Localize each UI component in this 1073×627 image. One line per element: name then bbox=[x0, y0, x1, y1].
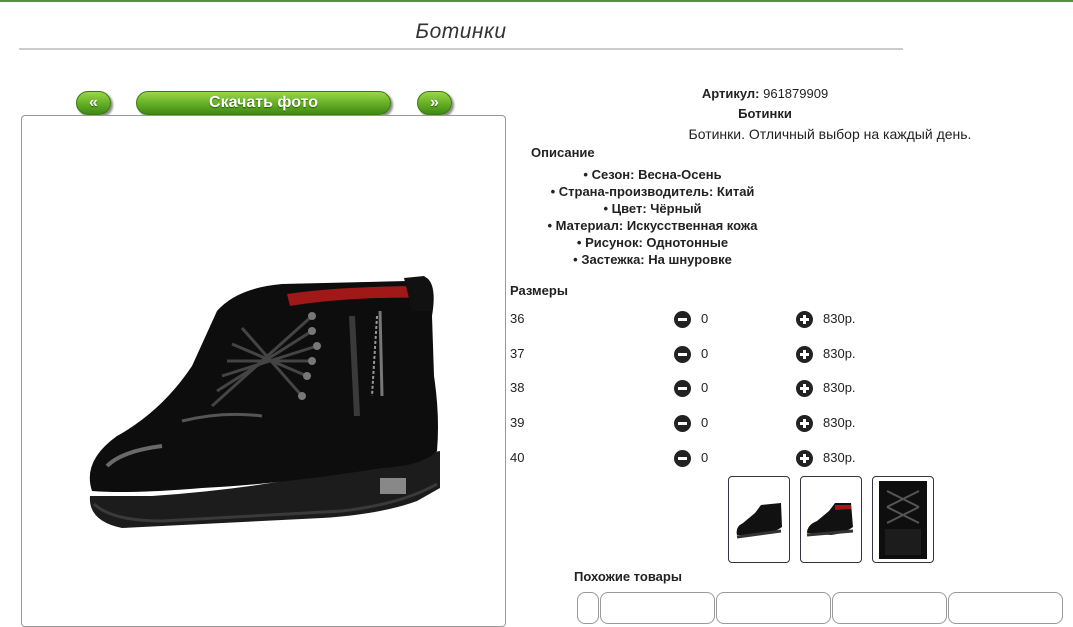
similar-products-tab[interactable] bbox=[832, 592, 947, 624]
size-row: 40 0 830р. bbox=[510, 450, 910, 468]
boot-thumbnail-image bbox=[879, 481, 927, 559]
decrease-quantity-icon[interactable] bbox=[674, 415, 691, 432]
attribute-item: Сезон: Весна-Осень bbox=[505, 166, 800, 183]
price-value: 830р. bbox=[823, 415, 856, 430]
decrease-quantity-icon[interactable] bbox=[674, 450, 691, 467]
previous-photo-button[interactable]: « bbox=[76, 91, 111, 115]
photo-thumbnail[interactable] bbox=[728, 476, 790, 563]
quantity-value: 0 bbox=[701, 415, 709, 430]
similar-products-tab[interactable] bbox=[948, 592, 1063, 624]
decrease-quantity-icon[interactable] bbox=[674, 346, 691, 363]
similar-products-tab[interactable] bbox=[716, 592, 831, 624]
increase-quantity-icon[interactable] bbox=[796, 311, 813, 328]
sizes-heading: Размеры bbox=[510, 283, 568, 298]
title-divider bbox=[19, 48, 903, 50]
boot-thumbnail-image bbox=[806, 503, 854, 537]
increase-quantity-icon[interactable] bbox=[796, 415, 813, 432]
size-value: 38 bbox=[510, 380, 525, 395]
top-border bbox=[0, 0, 1073, 2]
similar-products-tab[interactable] bbox=[577, 592, 599, 624]
increase-quantity-icon[interactable] bbox=[796, 346, 813, 363]
photo-thumbnail[interactable] bbox=[872, 476, 934, 563]
sku-line: Артикул: 961879909 bbox=[600, 86, 930, 101]
attribute-item: Страна-производитель: Китай bbox=[505, 183, 800, 200]
size-value: 39 bbox=[510, 415, 525, 430]
similar-products-heading: Похожие товары bbox=[574, 569, 682, 584]
photo-thumbnail[interactable] bbox=[800, 476, 862, 563]
download-photo-button[interactable]: Скачать фото bbox=[136, 91, 391, 115]
boot-image bbox=[89, 276, 440, 528]
attribute-item: Материал: Искусственная кожа bbox=[505, 217, 800, 234]
attribute-list: Сезон: Весна-Осень Страна-производитель:… bbox=[505, 166, 800, 268]
price-value: 830р. bbox=[823, 346, 856, 361]
boot-thumbnail-image bbox=[736, 503, 782, 539]
size-row: 37 0 830р. bbox=[510, 346, 910, 364]
price-value: 830р. bbox=[823, 311, 856, 326]
size-row: 39 0 830р. bbox=[510, 415, 910, 433]
increase-quantity-icon[interactable] bbox=[796, 450, 813, 467]
size-value: 40 bbox=[510, 450, 525, 465]
decrease-quantity-icon[interactable] bbox=[674, 380, 691, 397]
next-photo-button[interactable]: » bbox=[417, 91, 452, 115]
sku-value: 961879909 bbox=[763, 86, 829, 101]
price-value: 830р. bbox=[823, 380, 856, 395]
description-heading: Описание bbox=[531, 145, 595, 160]
size-row: 38 0 830р. bbox=[510, 380, 910, 398]
price-value: 830р. bbox=[823, 450, 856, 465]
decrease-quantity-icon[interactable] bbox=[674, 311, 691, 328]
attribute-item: Цвет: Чёрный bbox=[505, 200, 800, 217]
size-value: 36 bbox=[510, 311, 525, 326]
attribute-item: Застежка: На шнуровке bbox=[505, 251, 800, 268]
main-product-photo bbox=[21, 115, 506, 627]
quantity-value: 0 bbox=[701, 311, 709, 326]
product-description: Ботинки. Отличный выбор на каждый день. bbox=[688, 126, 972, 142]
similar-products-tab[interactable] bbox=[600, 592, 715, 624]
size-value: 37 bbox=[510, 346, 525, 361]
sku-label: Артикул: bbox=[701, 86, 760, 101]
quantity-value: 0 bbox=[701, 346, 709, 361]
product-name: Ботинки bbox=[738, 106, 792, 121]
quantity-value: 0 bbox=[701, 450, 709, 465]
quantity-value: 0 bbox=[701, 380, 709, 395]
increase-quantity-icon[interactable] bbox=[796, 380, 813, 397]
page-title: Ботинки bbox=[415, 20, 507, 43]
size-row: 36 0 830р. bbox=[510, 311, 910, 329]
attribute-item: Рисунок: Однотонные bbox=[505, 234, 800, 251]
